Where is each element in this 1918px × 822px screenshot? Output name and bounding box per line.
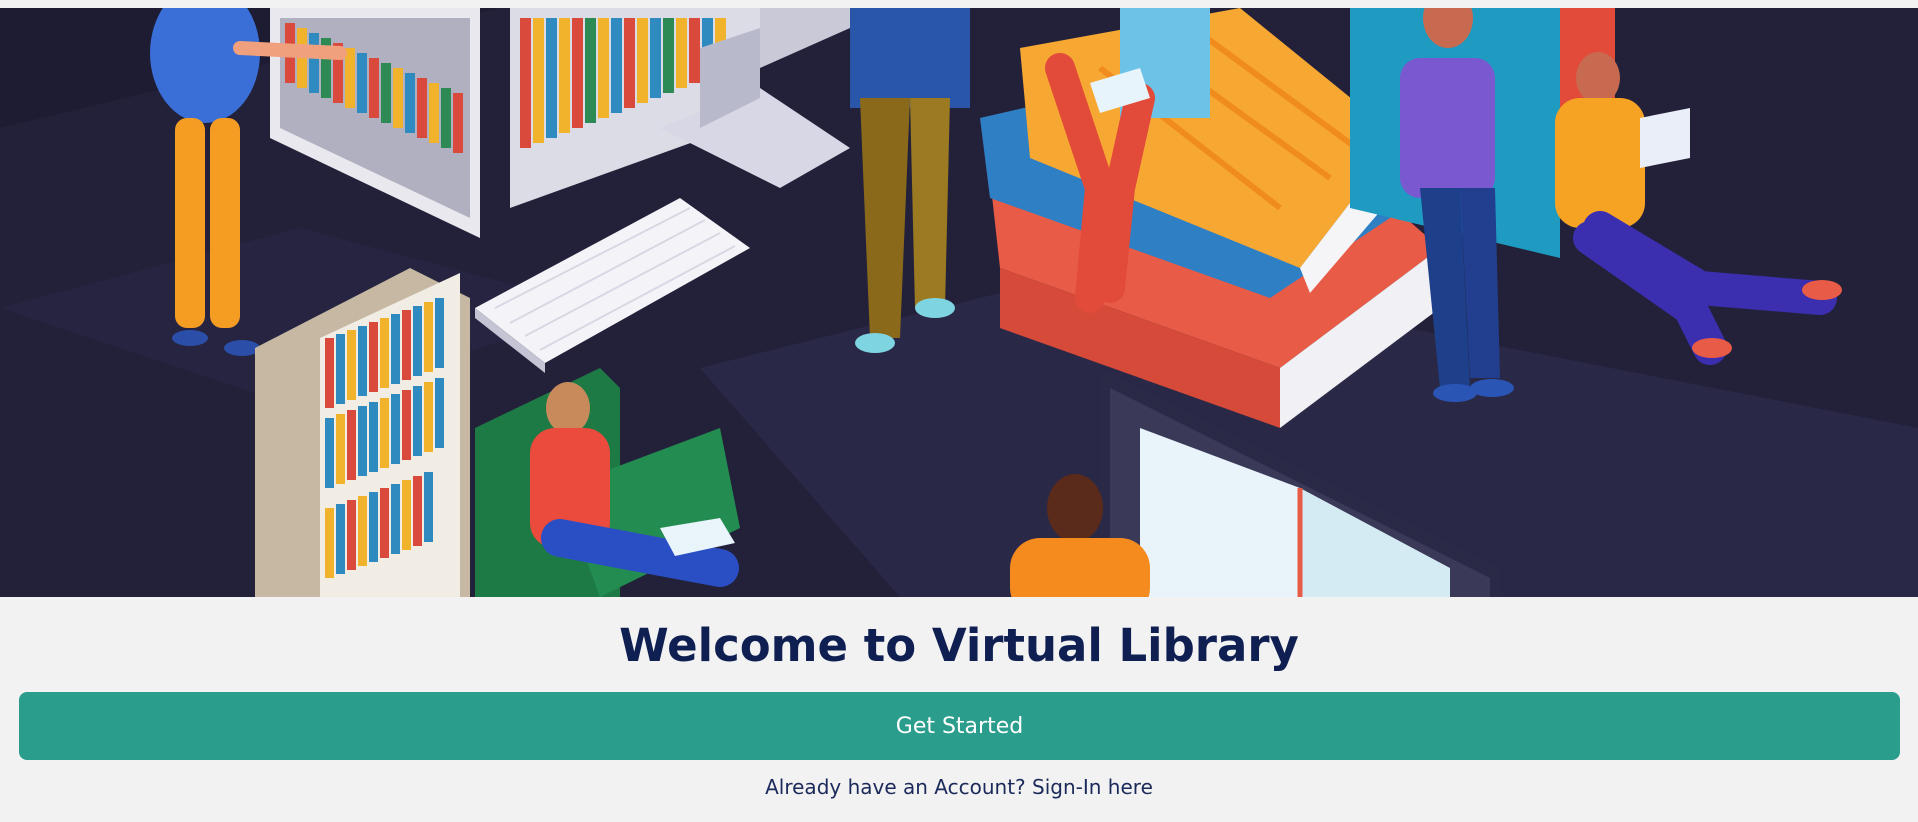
signin-question: Already have an Account?	[765, 775, 1026, 799]
landing-page: Welcome to Virtual Library Get Started A…	[0, 0, 1918, 822]
page-title: Welcome to Virtual Library	[619, 619, 1299, 672]
hero-library-illustration	[0, 8, 1918, 597]
signin-prompt: Already have an Account? Sign-In here	[0, 772, 1918, 802]
get-started-button[interactable]: Get Started	[19, 692, 1900, 760]
signin-link[interactable]: Sign-In here	[1032, 775, 1153, 799]
library-illustration-graphic	[0, 8, 1918, 597]
